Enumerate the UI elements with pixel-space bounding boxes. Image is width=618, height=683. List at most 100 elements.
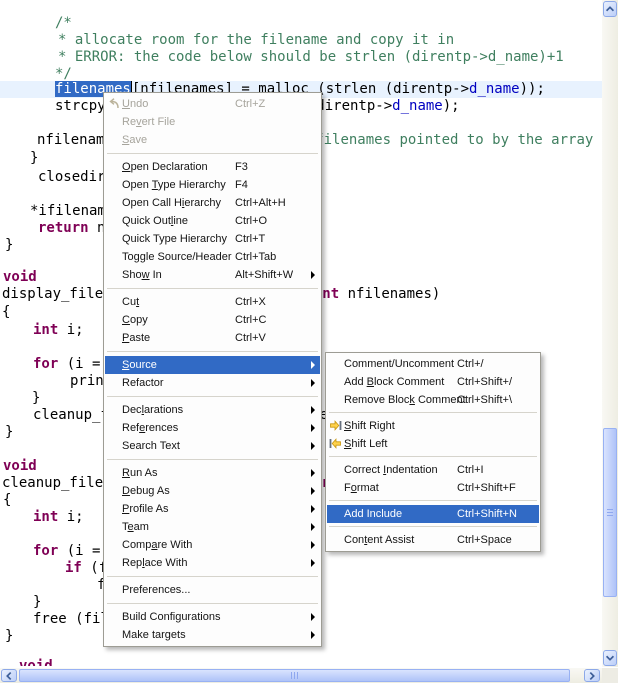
menu-item-shortcut: Ctrl+Space (457, 531, 512, 549)
menu-item-label: Debug As (122, 485, 170, 497)
code-token: * allocate room for the filename and cop… (58, 32, 454, 48)
replace-with-menu-item[interactable]: Replace With (105, 554, 320, 572)
code-token: void (19, 658, 53, 666)
code-token: /* (55, 15, 72, 31)
menu-item-shortcut: Ctrl+Alt+H (235, 194, 286, 212)
preferences-menu-item[interactable]: Preferences... (105, 581, 320, 599)
code-token: for (33, 543, 58, 559)
cut-menu-item[interactable]: CutCtrl+X (105, 293, 320, 311)
menu-item-label: Team (122, 521, 149, 533)
compare-with-menu-item[interactable]: Compare With (105, 536, 320, 554)
menu-item-label: Preferences... (122, 584, 190, 596)
scroll-right-button[interactable] (584, 669, 600, 682)
add-include-menu-item[interactable]: Add IncludeCtrl+Shift+N (327, 505, 539, 523)
code-line: void (3, 458, 37, 475)
quick-type-hierarchy-menu-item[interactable]: Quick Type HierarchyCtrl+T (105, 230, 320, 248)
editor-context-menu: UndoCtrl+ZRevert File Save Open Declaratio… (103, 92, 322, 647)
code-token: { (3, 492, 11, 508)
menu-separator (329, 526, 537, 527)
shift-left-icon (329, 437, 342, 450)
run-as-menu-item[interactable]: Run As (105, 464, 320, 482)
menu-item-label: Undo (122, 98, 148, 110)
code-token: */ (55, 66, 72, 82)
declarations-menu-item[interactable]: Declarations (105, 401, 320, 419)
source-submenu: Comment/UncommentCtrl+/Add Block Comment… (325, 352, 541, 552)
code-token: i; (58, 509, 83, 525)
code-token: } (5, 237, 13, 253)
build-configurations-menu-item[interactable]: Build Configurations (105, 608, 320, 626)
references-menu-item[interactable]: References (105, 419, 320, 437)
menu-separator (329, 412, 537, 413)
shift-left-menu-item[interactable]: Shift Left (327, 435, 539, 453)
paste-menu-item[interactable]: PasteCtrl+V (105, 329, 320, 347)
show-in-menu-item[interactable]: Show InAlt+Shift+W (105, 266, 320, 284)
menu-separator (329, 456, 537, 457)
open-declaration-menu-item[interactable]: Open DeclarationF3 (105, 158, 320, 176)
menu-item-label: Replace With (122, 557, 187, 569)
horizontal-scrollbar-thumb[interactable] (19, 669, 570, 682)
add-block-comment-menu-item[interactable]: Add Block CommentCtrl+Shift+/ (327, 373, 539, 391)
menu-item-label: Shift Left (344, 438, 387, 450)
horizontal-scrollbar[interactable] (0, 668, 602, 683)
menu-item-shortcut: Ctrl+Shift+F (457, 479, 516, 497)
search-text-menu-item[interactable]: Search Text (105, 437, 320, 455)
menu-item-label: Copy (122, 314, 148, 326)
code-token: return (38, 220, 89, 236)
comment-uncomment-menu-item[interactable]: Comment/UncommentCtrl+/ (327, 355, 539, 373)
debug-as-menu-item[interactable]: Debug As (105, 482, 320, 500)
code-line: void (19, 658, 53, 666)
toggle-source-header-menu-item[interactable]: Toggle Source/HeaderCtrl+Tab (105, 248, 320, 266)
source-menu-item[interactable]: Source (105, 356, 320, 374)
code-line: * allocate room for the filename and cop… (58, 32, 454, 49)
menu-item-label: Shift Right (344, 420, 395, 432)
content-assist-menu-item[interactable]: Content AssistCtrl+Space (327, 531, 539, 549)
revert-file-menu-item: Revert File (105, 113, 320, 131)
code-line: } (5, 424, 13, 441)
submenu-arrow-icon (311, 613, 315, 621)
vertical-scrollbar-thumb[interactable] (603, 428, 617, 597)
code-line: /* (55, 15, 72, 32)
scroll-left-button[interactable] (1, 669, 17, 682)
copy-menu-item[interactable]: CopyCtrl+C (105, 311, 320, 329)
scroll-down-button[interactable] (603, 650, 617, 666)
menu-item-shortcut: Ctrl+Shift+\ (457, 391, 512, 409)
code-token: )); (520, 81, 545, 97)
format-menu-item[interactable]: FormatCtrl+Shift+F (327, 479, 539, 497)
menu-item-label: Refactor (122, 377, 164, 389)
shift-right-menu-item[interactable]: Shift Right (327, 417, 539, 435)
profile-as-menu-item[interactable]: Profile As (105, 500, 320, 518)
menu-item-shortcut: Ctrl+Shift+N (457, 505, 517, 523)
menu-separator (107, 603, 318, 604)
code-line: } (5, 237, 13, 254)
menu-item-shortcut: Ctrl+Shift+/ (457, 373, 512, 391)
team-menu-item[interactable]: Team (105, 518, 320, 536)
menu-item-label: Toggle Source/Header (122, 251, 231, 263)
undo-icon (107, 97, 120, 110)
undo-menu-item: UndoCtrl+Z (105, 95, 320, 113)
menu-separator (107, 459, 318, 460)
make-targets-menu-item[interactable]: Make targets (105, 626, 320, 644)
submenu-arrow-icon (311, 487, 315, 495)
menu-item-label: Show In (122, 269, 162, 281)
refactor-menu-item[interactable]: Refactor (105, 374, 320, 392)
menu-item-label: Declarations (122, 404, 183, 416)
code-line: { (3, 492, 11, 509)
menu-separator (329, 500, 537, 501)
menu-separator (107, 396, 318, 397)
correct-indentation-menu-item[interactable]: Correct IndentationCtrl+I (327, 461, 539, 479)
menu-item-label: Quick Type Hierarchy (122, 233, 227, 245)
code-line: void (3, 269, 37, 286)
quick-outline-menu-item[interactable]: Quick OutlineCtrl+O (105, 212, 320, 230)
remove-block-comment-menu-item[interactable]: Remove Block CommentCtrl+Shift+\ (327, 391, 539, 409)
chevron-up-icon (604, 3, 616, 15)
code-line: { (2, 304, 10, 321)
menu-item-shortcut: F3 (235, 158, 248, 176)
menu-item-shortcut: F4 (235, 176, 248, 194)
open-call-hierarchy-menu-item[interactable]: Open Call HierarchyCtrl+Alt+H (105, 194, 320, 212)
open-type-hierarchy-menu-item[interactable]: Open Type HierarchyF4 (105, 176, 320, 194)
vertical-scrollbar[interactable] (602, 0, 618, 667)
scroll-up-button[interactable] (603, 1, 617, 17)
code-line: } (5, 628, 13, 645)
menu-item-label: Save (122, 134, 147, 146)
code-token: { (2, 304, 10, 320)
